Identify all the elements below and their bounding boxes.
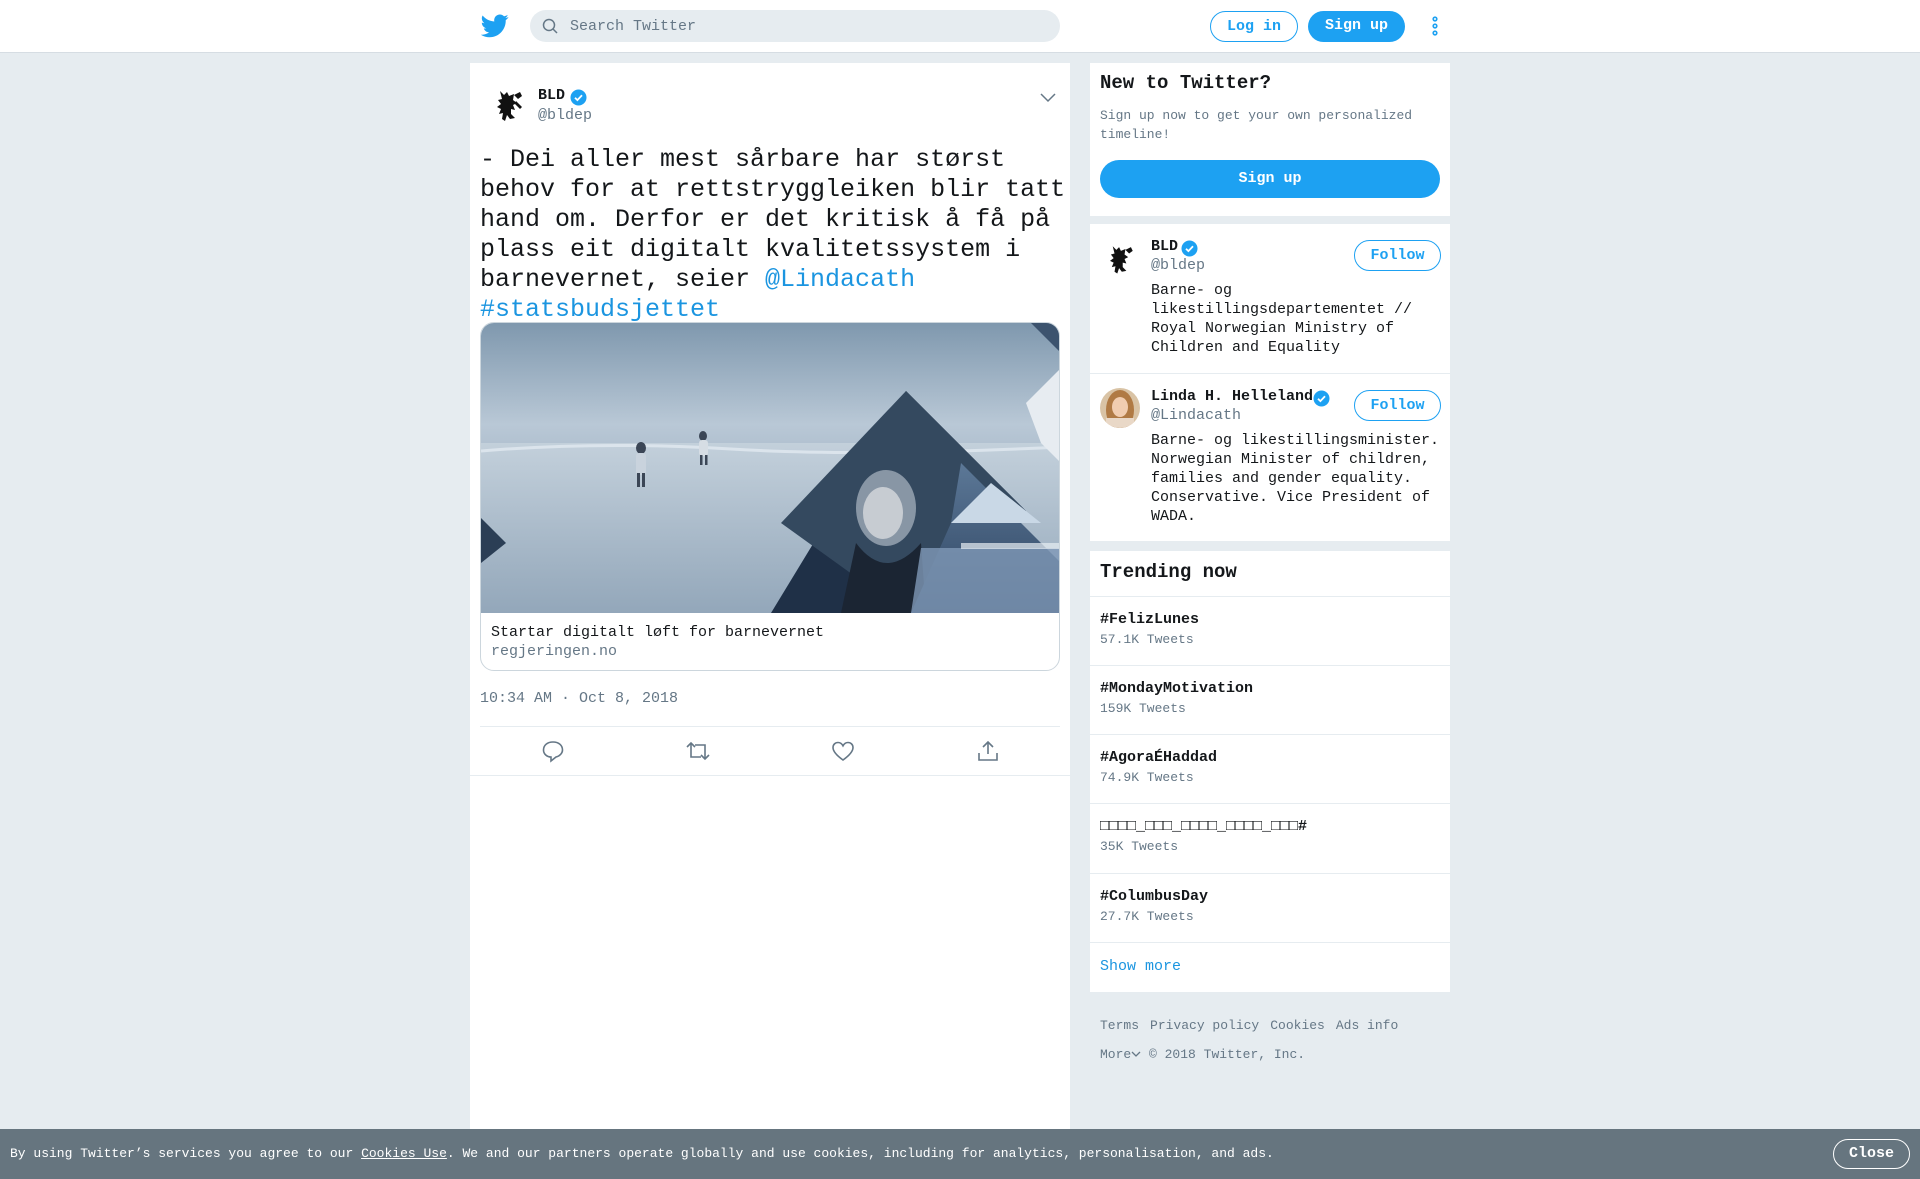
trend-item[interactable]: #MondayMotivation 159K Tweets — [1090, 665, 1450, 734]
footer-link-privacy[interactable]: Privacy policy — [1150, 1018, 1259, 1033]
user-handle[interactable]: @bldep — [1151, 257, 1205, 274]
user-bio: Barne- og likestillingsdepartementet // … — [1151, 282, 1413, 356]
trend-count: 27.7K Tweets — [1100, 909, 1194, 924]
trend-count: 35K Tweets — [1100, 839, 1179, 854]
follow-button[interactable]: Follow — [1354, 390, 1441, 421]
cookie-text-suffix: . We and our partners operate globally a… — [446, 1146, 1274, 1161]
share-icon[interactable] — [975, 739, 1001, 763]
vertical-dots-icon[interactable] — [1428, 14, 1442, 38]
hashtag-link[interactable]: #statsbudsjettet — [480, 295, 720, 324]
trend-item[interactable]: #FelizLunes 57.1K Tweets — [1090, 596, 1450, 665]
panel-subtitle: Sign up now to get your own personalized… — [1100, 108, 1413, 142]
mention-link[interactable]: @Lindacath — [765, 265, 915, 294]
search-box[interactable] — [530, 10, 1060, 42]
tweet-timestamp[interactable]: 10:34 AM · Oct 8, 2018 — [480, 690, 678, 707]
top-navigation-bar: Log in Sign up — [0, 0, 1920, 53]
login-button[interactable]: Log in — [1210, 11, 1298, 42]
footer-more-dropdown[interactable]: More — [1100, 1047, 1141, 1062]
trend-item[interactable]: #ColumbusDay 27.7K Tweets — [1090, 873, 1450, 942]
cookie-consent-bar: By using Twitter’s services you agree to… — [0, 1129, 1920, 1179]
norwegian-lion-crest-avatar[interactable] — [1100, 239, 1140, 279]
card-domain: regjeringen.no — [491, 643, 618, 660]
footer-link-ads-info[interactable]: Ads info — [1336, 1018, 1398, 1033]
tweet-detail: BLD @bldep - Dei aller mest sårbare har … — [470, 63, 1070, 1129]
panel-title: New to Twitter? — [1100, 72, 1272, 94]
trend-count: 159K Tweets — [1100, 701, 1186, 716]
trend-count: 74.9K Tweets — [1100, 770, 1194, 785]
user-bio: Barne- og likestillingsminister. Norwegi… — [1151, 432, 1440, 525]
chevron-down-icon — [1131, 1051, 1141, 1057]
new-to-twitter-panel: New to Twitter? Sign up now to get your … — [1090, 63, 1450, 216]
footer-link-terms[interactable]: Terms — [1100, 1018, 1139, 1033]
copyright: © 2018 Twitter, Inc. — [1149, 1047, 1306, 1062]
trend-name: □□□□_□□□_□□□□_□□□□_□□□# — [1100, 818, 1308, 835]
divider — [480, 726, 1060, 727]
trend-item[interactable]: #AgoraÉHaddad 74.9K Tweets — [1090, 734, 1450, 803]
like-icon[interactable] — [830, 739, 856, 763]
cookies-use-link[interactable]: Cookies Use — [361, 1146, 447, 1161]
footer-link-cookies[interactable]: Cookies — [1270, 1018, 1325, 1033]
verified-badge-icon — [1181, 240, 1198, 257]
retweet-icon[interactable] — [685, 739, 711, 763]
trend-item[interactable]: □□□□_□□□_□□□□_□□□□_□□□# 35K Tweets — [1090, 803, 1450, 872]
search-icon — [542, 18, 558, 34]
tweet-author-name[interactable]: BLD — [538, 87, 565, 104]
signup-button[interactable]: Sign up — [1308, 11, 1405, 42]
divider — [1090, 373, 1450, 374]
signup-button[interactable]: Sign up — [1100, 160, 1440, 198]
close-button[interactable]: Close — [1833, 1139, 1910, 1169]
twitter-bird-icon[interactable] — [481, 14, 509, 38]
linda-helleland-avatar[interactable] — [1100, 388, 1140, 428]
user-handle[interactable]: @Lindacath — [1151, 407, 1241, 424]
user-name[interactable]: Linda H. Helleland — [1151, 388, 1313, 405]
trend-name: #AgoraÉHaddad — [1100, 749, 1218, 766]
trends-title: Trending now — [1100, 561, 1237, 583]
reply-icon[interactable] — [540, 739, 566, 763]
suggested-users-panel: BLD @bldep Follow Barne- og likestilling… — [1090, 224, 1450, 541]
trend-name: #ColumbusDay — [1100, 888, 1209, 905]
footer-more-label: More — [1100, 1047, 1132, 1062]
trend-name: #MondayMotivation — [1100, 680, 1254, 697]
trend-count: 57.1K Tweets — [1100, 632, 1194, 647]
cookie-text: By using Twitter’s services you agree to… — [10, 1146, 1274, 1161]
footer-links: Terms Privacy policy Cookies Ads info — [1100, 1018, 1409, 1033]
tweet-text: - Dei aller mest sårbare har størst beho… — [480, 145, 1066, 325]
link-preview-card[interactable]: Startar digitalt løft for barnevernet re… — [480, 322, 1060, 671]
chevron-down-icon[interactable] — [1040, 93, 1056, 103]
verified-badge-icon — [1313, 390, 1330, 407]
show-more-label: Show more — [1100, 958, 1182, 975]
footer-row: More © 2018 Twitter, Inc. — [1100, 1047, 1305, 1062]
trend-name: #FelizLunes — [1100, 611, 1200, 628]
card-title: Startar digitalt løft for barnevernet — [491, 624, 825, 641]
search-input[interactable] — [570, 10, 1050, 42]
card-image — [481, 323, 1059, 613]
follow-button[interactable]: Follow — [1354, 240, 1441, 271]
cookie-text-prefix: By using Twitter’s services you agree to… — [10, 1146, 362, 1161]
show-more-link[interactable]: Show more — [1090, 942, 1450, 992]
trends-panel: Trending now #FelizLunes 57.1K Tweets #M… — [1090, 551, 1450, 992]
divider — [470, 775, 1070, 776]
norwegian-lion-crest-avatar[interactable] — [486, 83, 530, 127]
verified-badge-icon — [570, 89, 587, 106]
user-name[interactable]: BLD — [1151, 238, 1178, 255]
tweet-author-handle[interactable]: @bldep — [538, 107, 592, 124]
